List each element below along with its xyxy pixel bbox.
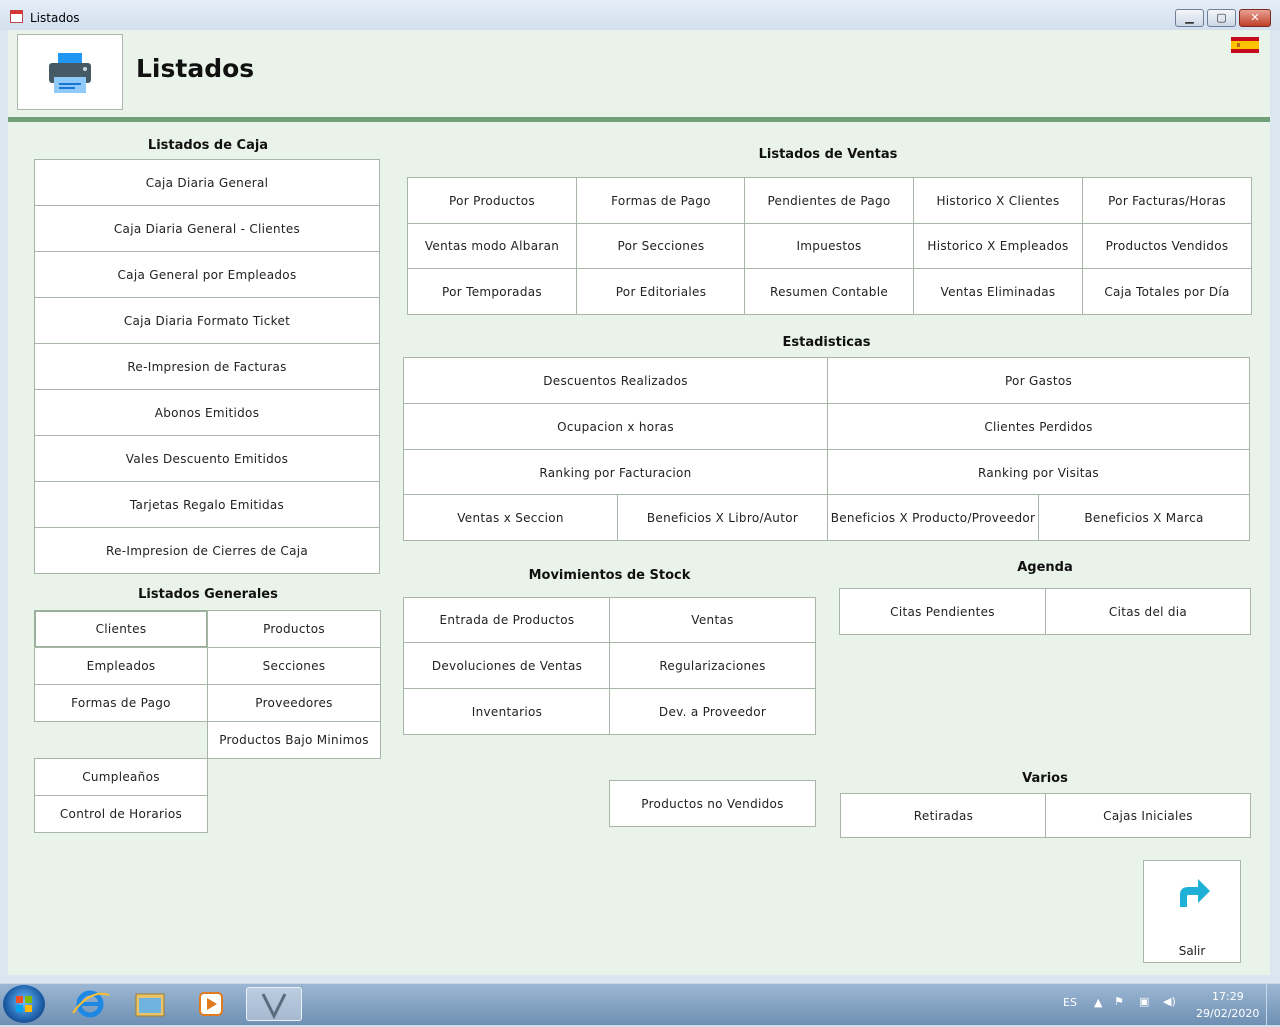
exit-button[interactable]: Salir <box>1143 860 1241 963</box>
close-button[interactable]: ✕ <box>1239 9 1271 27</box>
ventas-button[interactable]: Productos Vendidos <box>1082 222 1252 270</box>
caja-button[interactable]: Tarjetas Regalo Emitidas <box>34 481 380 528</box>
section-title-caja: Listados de Caja <box>147 138 269 153</box>
calendar-app-icon <box>10 10 23 23</box>
stock-button[interactable]: Productos no Vendidos <box>609 780 816 827</box>
language-indicator[interactable]: ES <box>1063 996 1077 1009</box>
show-desktop-button[interactable] <box>1266 984 1280 1025</box>
stock-button[interactable]: Regularizaciones <box>609 642 816 689</box>
caja-button[interactable]: Abonos Emitidos <box>34 389 380 436</box>
generales-button[interactable]: Productos <box>207 610 381 648</box>
spain-flag-icon[interactable] <box>1231 37 1259 53</box>
estadisticas-button[interactable]: Beneficios X Marca <box>1038 494 1250 541</box>
network-icon[interactable]: ▣ <box>1139 995 1149 1008</box>
estadisticas-button[interactable]: Descuentos Realizados <box>403 357 828 404</box>
section-title-estadisticas: Estadisticas <box>782 335 871 350</box>
maximize-button[interactable]: ▢ <box>1207 9 1236 27</box>
ventas-button[interactable]: Por Facturas/Horas <box>1082 177 1252 224</box>
clock-date[interactable]: 29/02/2020 <box>1196 1007 1259 1020</box>
media-player-icon[interactable] <box>185 987 235 1021</box>
stock-button[interactable]: Dev. a Proveedor <box>609 688 816 735</box>
minimize-button[interactable]: ▁ <box>1175 9 1204 27</box>
generales-button[interactable]: Clientes <box>34 610 208 648</box>
caja-button[interactable]: Caja Diaria Formato Ticket <box>34 297 380 344</box>
file-explorer-icon[interactable] <box>125 987 175 1021</box>
ventas-button[interactable]: Historico X Clientes <box>913 177 1083 224</box>
ventas-button[interactable]: Ventas Eliminadas <box>913 268 1083 315</box>
internet-explorer-icon[interactable] <box>65 987 115 1021</box>
estadisticas-button[interactable]: Ocupacion x horas <box>403 403 828 450</box>
estadisticas-button[interactable]: Beneficios X Libro/Autor <box>617 494 828 541</box>
ventas-button[interactable]: Pendientes de Pago <box>744 177 914 224</box>
listados-app-taskbar-icon[interactable] <box>246 987 302 1021</box>
section-title-agenda: Agenda <box>1017 560 1073 575</box>
caja-button[interactable]: Caja Diaria General - Clientes <box>34 205 380 252</box>
page-title: Listados <box>136 54 255 83</box>
estadisticas-button[interactable]: Por Gastos <box>827 357 1250 404</box>
ventas-button[interactable]: Por Productos <box>407 177 577 224</box>
estadisticas-button[interactable]: Ranking por Visitas <box>827 449 1250 496</box>
estadisticas-button[interactable]: Ventas x Seccion <box>403 494 618 541</box>
exit-arrow-icon <box>1180 879 1210 907</box>
action-center-icon[interactable]: ⚑ <box>1114 995 1124 1008</box>
client-area: Listados Listados de Caja Caja Diaria Ge… <box>8 30 1270 975</box>
title-bar: Listados ▁ ▢ ✕ <box>0 0 1280 30</box>
ventas-button[interactable]: Historico X Empleados <box>913 222 1083 270</box>
section-title-varios: Varios <box>1022 771 1068 786</box>
ventas-button[interactable]: Impuestos <box>744 222 914 270</box>
agenda-button[interactable]: Citas del dia <box>1045 588 1251 635</box>
ventas-button[interactable]: Por Secciones <box>576 222 746 270</box>
generales-button[interactable]: Cumpleaños <box>34 758 208 796</box>
agenda-button[interactable]: Citas Pendientes <box>839 588 1046 635</box>
generales-button[interactable]: Empleados <box>34 647 208 685</box>
clock-time[interactable]: 17:29 <box>1212 990 1244 1003</box>
stock-button[interactable]: Inventarios <box>403 688 611 735</box>
caja-button[interactable]: Caja General por Empleados <box>34 251 380 298</box>
estadisticas-button[interactable]: Clientes Perdidos <box>827 403 1250 450</box>
generales-button[interactable]: Productos Bajo Minimos <box>207 721 381 759</box>
printer-icon <box>17 34 123 110</box>
caja-button[interactable]: Vales Descuento Emitidos <box>34 435 380 482</box>
ventas-button[interactable]: Ventas modo Albaran <box>407 222 577 270</box>
ventas-button[interactable]: Por Temporadas <box>407 268 577 315</box>
ventas-button[interactable]: Caja Totales por Día <box>1082 268 1252 315</box>
stock-button[interactable]: Devoluciones de Ventas <box>403 642 611 689</box>
caja-button[interactable]: Re-Impresion de Cierres de Caja <box>34 527 380 574</box>
generales-button[interactable]: Control de Horarios <box>34 795 208 833</box>
ventas-button[interactable]: Formas de Pago <box>576 177 746 224</box>
start-button[interactable] <box>3 985 45 1023</box>
ventas-button[interactable]: Resumen Contable <box>744 268 914 315</box>
ventas-button[interactable]: Por Editoriales <box>576 268 746 315</box>
section-title-stock: Movimientos de Stock <box>528 568 691 583</box>
caja-button[interactable]: Re-Impresion de Facturas <box>34 343 380 390</box>
generales-button[interactable]: Secciones <box>207 647 381 685</box>
volume-icon[interactable]: ◀) <box>1163 995 1176 1008</box>
exit-label: Salir <box>1178 944 1206 958</box>
generales-button[interactable]: Proveedores <box>207 684 381 722</box>
estadisticas-button[interactable]: Beneficios X Producto/Proveedor <box>827 494 1039 541</box>
generales-button[interactable]: Formas de Pago <box>34 684 208 722</box>
section-title-ventas: Listados de Ventas <box>758 147 898 162</box>
caja-button[interactable]: Caja Diaria General <box>34 159 380 206</box>
estadisticas-button[interactable]: Ranking por Facturacion <box>403 449 828 496</box>
application-window: Listados ▁ ▢ ✕ Listados Listados de Caja… <box>0 0 1280 983</box>
stock-button[interactable]: Ventas <box>609 597 816 643</box>
varios-button[interactable]: Cajas Iniciales <box>1045 793 1251 838</box>
varios-button[interactable]: Retiradas <box>840 793 1047 838</box>
section-title-generales: Listados Generales <box>138 587 278 602</box>
tray-expand-icon[interactable]: ▲ <box>1094 996 1102 1009</box>
window-title: Listados <box>30 11 80 25</box>
stock-button[interactable]: Entrada de Productos <box>403 597 611 643</box>
taskbar: ES ▲ ⚑ ▣ ◀) 17:29 29/02/2020 <box>0 983 1280 1025</box>
header-divider <box>8 117 1270 122</box>
